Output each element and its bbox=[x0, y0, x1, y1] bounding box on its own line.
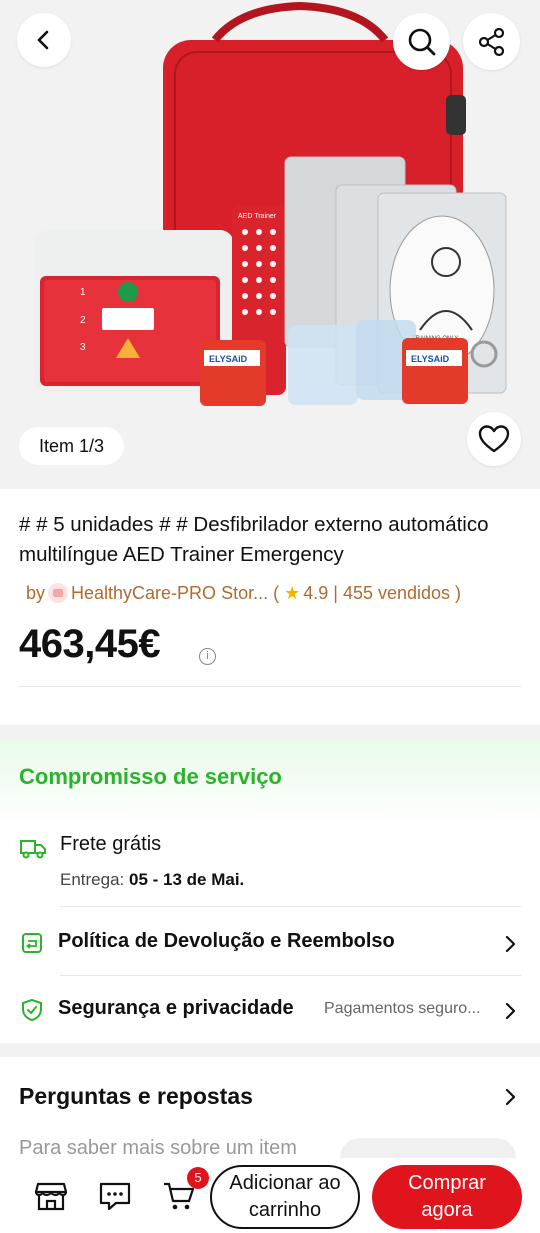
store-icon[interactable] bbox=[34, 1180, 68, 1212]
delivery-estimate: Entrega: 05 - 13 de Mai. bbox=[60, 870, 244, 890]
search-icon bbox=[408, 28, 435, 55]
svg-text:2: 2 bbox=[80, 315, 86, 326]
rating-separator: | bbox=[328, 583, 343, 603]
chevron-right-icon bbox=[505, 935, 516, 953]
share-button[interactable] bbox=[463, 13, 520, 70]
divider bbox=[60, 975, 521, 976]
delivery-label: Entrega: bbox=[60, 870, 125, 889]
returns-policy-title: Política de Devolução e Reembolso bbox=[58, 930, 395, 952]
return-icon bbox=[22, 933, 42, 953]
qa-title: Perguntas e repostas bbox=[19, 1083, 253, 1109]
star-icon: ★ bbox=[284, 583, 301, 603]
security-privacy-detail: Pagamentos seguro... bbox=[324, 1000, 481, 1017]
cart-count-badge: 5 bbox=[187, 1167, 209, 1189]
back-button[interactable] bbox=[17, 13, 71, 67]
add-to-cart-label-line1: Adicionar ao bbox=[229, 1172, 341, 1194]
divider bbox=[19, 686, 521, 687]
seller-info[interactable]: by HealthyCare-PRO Stor... ( ★ 4.9 | 455… bbox=[26, 580, 461, 606]
svg-text:ELYSAiD: ELYSAiD bbox=[209, 354, 248, 364]
seller-prefix: by bbox=[26, 583, 46, 603]
seller-rating: 4.9 bbox=[303, 583, 329, 603]
chevron-right-icon bbox=[505, 1002, 516, 1020]
product-image: 1 2 3 AED Trainer TRAINING ONLY ELYSAiD … bbox=[34, 1, 507, 406]
heart-icon bbox=[478, 425, 510, 453]
share-icon bbox=[478, 27, 504, 56]
price-info-icon[interactable]: i bbox=[199, 648, 216, 665]
product-title: # # 5 unidades # # Desfibrilador externo… bbox=[19, 513, 489, 566]
chevron-left-icon bbox=[37, 30, 49, 50]
product-price: 463,45€ bbox=[19, 622, 161, 666]
seller-name[interactable]: HealthyCare-PRO Stor... bbox=[71, 580, 268, 606]
rating-open-paren: ( bbox=[268, 583, 285, 603]
rating-close-paren: ) bbox=[450, 583, 462, 603]
shield-check-icon bbox=[22, 999, 42, 1021]
image-counter: Item 1/3 bbox=[19, 427, 125, 465]
section-separator bbox=[0, 1043, 540, 1057]
chevron-right-icon bbox=[505, 1088, 516, 1106]
qa-subtitle: Para saber mais sobre um item bbox=[19, 1137, 297, 1159]
favorite-button[interactable] bbox=[467, 412, 521, 466]
svg-text:3: 3 bbox=[80, 342, 86, 353]
buy-now-button[interactable]: Comprar agora bbox=[372, 1165, 522, 1229]
buy-now-label-line1: Comprar bbox=[408, 1172, 486, 1194]
delivery-truck-icon bbox=[20, 840, 46, 859]
add-to-cart-label-line2: carrinho bbox=[248, 1199, 322, 1221]
svg-text:ELYSAiD: ELYSAiD bbox=[411, 354, 450, 364]
section-separator bbox=[0, 725, 540, 739]
bottom-action-bar: 5 Adicionar ao carrinho Comprar agora bbox=[0, 1158, 540, 1233]
free-shipping-label: Frete grátis bbox=[60, 833, 162, 855]
security-privacy-title: Segurança e privacidade bbox=[58, 997, 294, 1019]
search-button[interactable] bbox=[393, 13, 450, 70]
sold-count: 455 vendidos bbox=[342, 583, 451, 603]
product-image-carousel[interactable]: 1 2 3 AED Trainer TRAINING ONLY ELYSAiD … bbox=[0, 0, 540, 489]
divider bbox=[60, 906, 521, 907]
buy-now-label-line2: agora bbox=[421, 1199, 473, 1221]
delivery-dates: 05 - 13 de Mai. bbox=[129, 870, 245, 889]
svg-text:1: 1 bbox=[80, 287, 86, 298]
service-title: Compromisso de serviço bbox=[19, 764, 282, 789]
store-avatar-icon bbox=[48, 583, 69, 603]
svg-text:AED Trainer: AED Trainer bbox=[238, 213, 277, 220]
chat-icon[interactable] bbox=[98, 1180, 132, 1212]
add-to-cart-button[interactable]: Adicionar ao carrinho bbox=[210, 1165, 360, 1229]
service-commitment-section: Compromisso de serviço Frete grátis Entr… bbox=[0, 739, 540, 1043]
